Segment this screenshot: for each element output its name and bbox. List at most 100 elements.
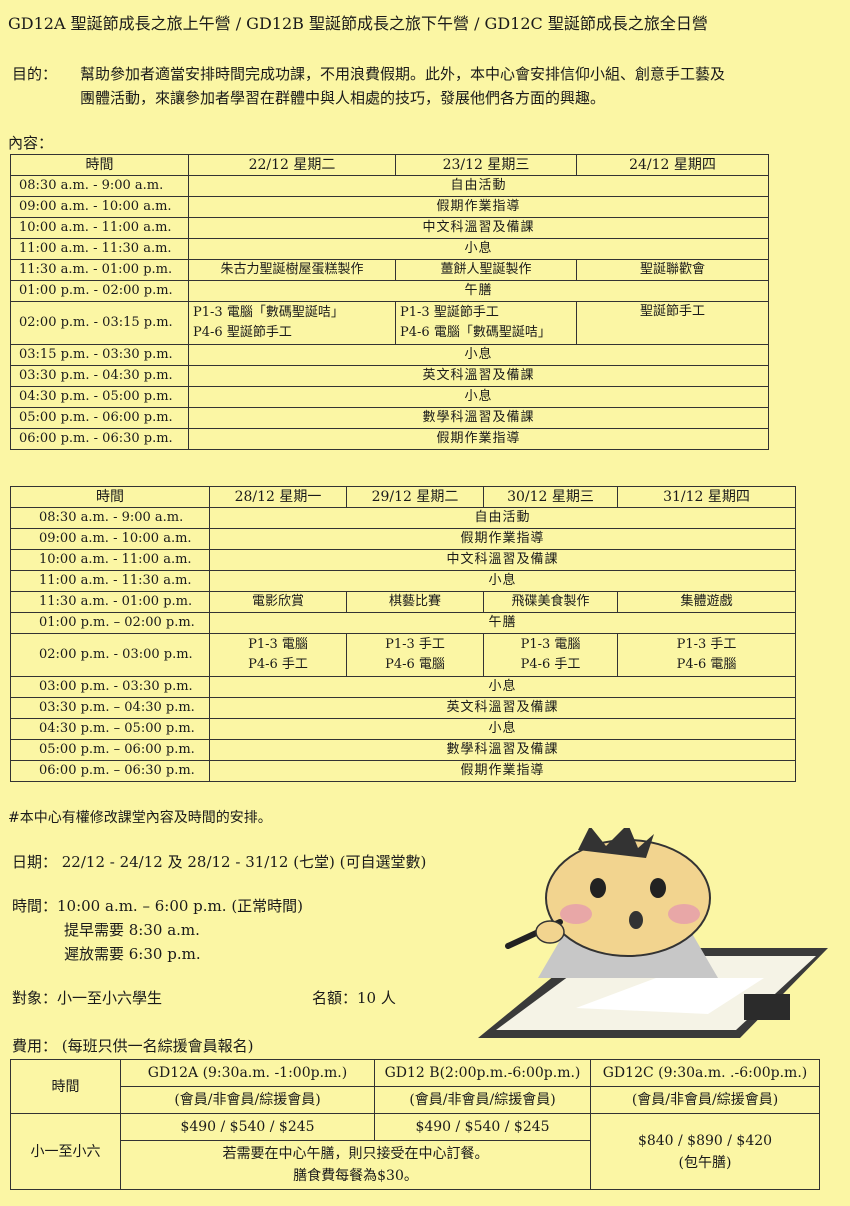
table-row: 11:30 a.m. - 01:00 p.m. 電影欣賞 棋藝比賽 飛碟美食製作 集體遊… (10, 591, 796, 613)
time-cell: 03:00 p.m. - 03:30 p.m. (10, 676, 210, 698)
fee-label: 費用： (每班只供一名綜援會員報名) (12, 1037, 254, 1055)
table-row: 10:00 a.m. - 11:00 a.m. 中文科溫習及備課 (10, 217, 769, 239)
time-cell: 08:30 a.m. - 9:00 a.m. (10, 175, 189, 197)
table-row: 03:00 p.m. - 03:30 p.m. 小息 (10, 676, 796, 698)
purpose-line-1: 幫助參加者適當安排時間完成功課，不用浪費假期。此外，本中心會安排信仰小組、創意手… (80, 65, 726, 83)
time-cell: 02:00 p.m. - 03:15 p.m. (10, 301, 189, 345)
lunch-note-line-2: 膳食費每餐為$30。 (293, 1168, 418, 1184)
fee-a-title: GD12A (9:30a.m. -1:00p.m.) (147, 1065, 348, 1081)
time-cell: 11:00 a.m. - 11:30 a.m. (10, 238, 189, 260)
fee-header-b: GD12 B(2:00p.m.-6:00p.m.) (374, 1059, 591, 1087)
time-line-3: 遲放需要 6:30 p.m. (64, 945, 201, 963)
fee-table: 時間 GD12A (9:30a.m. -1:00p.m.) GD12 B(2:0… (10, 1059, 820, 1190)
activity-cell: 飛碟美食製作 (483, 591, 618, 613)
activity-cell: P1-3 電腦 P4-6 手工 (483, 633, 618, 677)
table-row: 05:00 p.m. – 06:00 p.m. 數學科溫習及備課 (10, 739, 796, 761)
fee-c-title: GD12C (9:30a.m. .-6:00p.m.) (602, 1065, 808, 1081)
activity-line: P1-3 手工 (385, 637, 445, 652)
time-cell: 03:30 p.m. – 04:30 p.m. (10, 697, 210, 719)
table-row: 04:30 p.m. - 05:00 p.m. 小息 (10, 386, 769, 408)
activity-cell: 假期作業指導 (209, 528, 796, 550)
activity-cell: 中文科溫習及備課 (209, 549, 796, 571)
activity-line: P4-6 手工 (248, 657, 308, 672)
table-row: 01:00 p.m. - 02:00 p.m. 午膳 (10, 280, 769, 302)
table-row: 03:15 p.m. - 03:30 p.m. 小息 (10, 344, 769, 366)
time-cell: 11:30 a.m. - 01:00 p.m. (10, 591, 210, 613)
table-header-row: 時間 28/12 星期一 29/12 星期二 30/12 星期三 31/12 星… (10, 486, 796, 508)
table-row: 02:00 p.m. - 03:15 p.m. P1-3 電腦「數碼聖誕咭」 P4… (10, 301, 769, 345)
header-time: 時間 (10, 154, 189, 176)
activity-cell: 小息 (209, 570, 796, 592)
fee-c-note: (包午膳) (678, 1154, 732, 1171)
header-day: 22/12 星期二 (188, 154, 396, 176)
activity-cell: 小息 (188, 344, 769, 366)
time-cell: 08:30 a.m. - 9:00 a.m. (10, 507, 210, 529)
activity-cell: 聖誕節手工 (576, 301, 769, 345)
page-title: GD12A 聖誕節成長之旅上午營 / GD12B 聖誕節成長之旅下午營 / GD… (8, 14, 708, 33)
table-row: 01:00 p.m. – 02:00 p.m. 午膳 (10, 612, 796, 634)
fee-c-sub: (會員/非會員/綜援會員) (590, 1086, 820, 1114)
disclaimer-note: #本中心有權修改課堂內容及時間的安排。 (8, 810, 272, 826)
fee-header-time: 時間 (10, 1059, 121, 1114)
character-body (505, 828, 718, 978)
activity-cell: P1-3 電腦「數碼聖誕咭」 P4-6 聖誕節手工 (188, 301, 396, 345)
table-row: 03:30 p.m. – 04:30 p.m. 英文科溫習及備課 (10, 697, 796, 719)
fee-b-title: GD12 B(2:00p.m.-6:00p.m.) (384, 1065, 581, 1081)
table-row: 02:00 p.m. - 03:00 p.m. P1-3 電腦 P4-6 手工 P… (10, 633, 796, 677)
table-row: 小一至小六 $490 / $540 / $245 $490 / $540 / $… (10, 1113, 820, 1190)
lunch-note-cell: 若需要在中心午膳，則只接受在中心訂餐。 膳食費每餐為$30。 (120, 1140, 591, 1190)
activity-cell: P1-3 聖誕節手工 P4-6 電腦「數碼聖誕咭」 (395, 301, 577, 345)
fee-c-cell: $840 / $890 / $420 (包午膳) (590, 1113, 820, 1190)
header-day: 24/12 星期四 (576, 154, 769, 176)
fee-row-label: 小一至小六 (10, 1113, 121, 1190)
table-row: 06:00 p.m. – 06:30 p.m. 假期作業指導 (10, 760, 796, 782)
activity-cell: 假期作業指導 (188, 196, 769, 218)
lunch-note-line-1: 若需要在中心午膳，則只接受在中心訂餐。 (222, 1146, 489, 1162)
time-cell: 04:30 p.m. – 05:00 p.m. (10, 718, 210, 740)
time-info: 時間：10:00 a.m. – 6:00 p.m. (正常時間) 提早需要 8:… (12, 894, 303, 966)
activity-cell: 自由活動 (188, 175, 769, 197)
table-row: (會員/非會員/綜援會員) (會員/非會員/綜援會員) (會員/非會員/綜援會員… (11, 1086, 820, 1114)
table-row: 10:00 a.m. - 11:00 a.m. 中文科溫習及備課 (10, 549, 796, 571)
activity-cell: 小息 (209, 718, 796, 740)
activity-line: P1-3 電腦 (248, 637, 308, 652)
header-day: 29/12 星期二 (346, 486, 484, 508)
table-row: 03:30 p.m. - 04:30 p.m. 英文科溫習及備課 (10, 365, 769, 387)
activity-cell: 英文科溫習及備課 (188, 365, 769, 387)
table-row: 時間 GD12A (9:30a.m. -1:00p.m.) GD12 B(2:0… (10, 1059, 820, 1114)
activity-line: P4-6 電腦「數碼聖誕咭」 (400, 325, 551, 340)
schedule-table-week1: 時間 22/12 星期二 23/12 星期三 24/12 星期四 08:30 a… (10, 154, 769, 450)
fee-header-a: GD12A (9:30a.m. -1:00p.m.) (120, 1059, 375, 1087)
fee-c-price: $840 / $890 / $420 (637, 1132, 773, 1149)
activity-cell: 薑餅人聖誕製作 (395, 259, 577, 281)
time-cell: 09:00 a.m. - 10:00 a.m. (10, 528, 210, 550)
activity-cell: 棋藝比賽 (346, 591, 484, 613)
activity-line: P1-3 電腦 (520, 637, 581, 652)
fee-header-c: GD12C (9:30a.m. .-6:00p.m.) (590, 1059, 820, 1087)
time-cell: 06:00 p.m. - 06:30 p.m. (10, 428, 189, 450)
table-row: 08:30 a.m. - 9:00 a.m. 自由活動 (10, 175, 769, 197)
activity-line: P1-3 聖誕節手工 (400, 305, 499, 320)
header-day: 28/12 星期一 (209, 486, 347, 508)
activity-cell: 英文科溫習及備課 (209, 697, 796, 719)
header-time: 時間 (10, 486, 210, 508)
table-row: 05:00 p.m. - 06:00 p.m. 數學科溫習及備課 (10, 407, 769, 429)
activity-cell: P1-3 電腦 P4-6 手工 (209, 633, 347, 677)
activity-line: P4-6 手工 (520, 657, 581, 672)
time-cell: 11:30 a.m. - 01:00 p.m. (10, 259, 189, 281)
time-cell: 03:30 p.m. - 04:30 p.m. (10, 365, 189, 387)
time-cell: 01:00 p.m. – 02:00 p.m. (10, 612, 210, 634)
table-row: 04:30 p.m. – 05:00 p.m. 小息 (10, 718, 796, 740)
activity-cell: 假期作業指導 (188, 428, 769, 450)
header-day: 30/12 星期三 (483, 486, 618, 508)
activity-cell: P1-3 手工 P4-6 電腦 (617, 633, 796, 677)
header-day: 31/12 星期四 (617, 486, 796, 508)
time-line-2: 提早需要 8:30 a.m. (64, 921, 200, 939)
activity-cell: 小息 (188, 238, 769, 260)
time-cell: 09:00 a.m. - 10:00 a.m. (10, 196, 189, 218)
fee-a-price: $490 / $540 / $245 (120, 1113, 375, 1141)
activity-cell: 午膳 (188, 280, 769, 302)
activity-line: P1-3 電腦「數碼聖誕咭」 (193, 305, 344, 320)
table-row: 06:00 p.m. - 06:30 p.m. 假期作業指導 (10, 428, 769, 450)
fee-a-sub: (會員/非會員/綜援會員) (120, 1086, 375, 1114)
